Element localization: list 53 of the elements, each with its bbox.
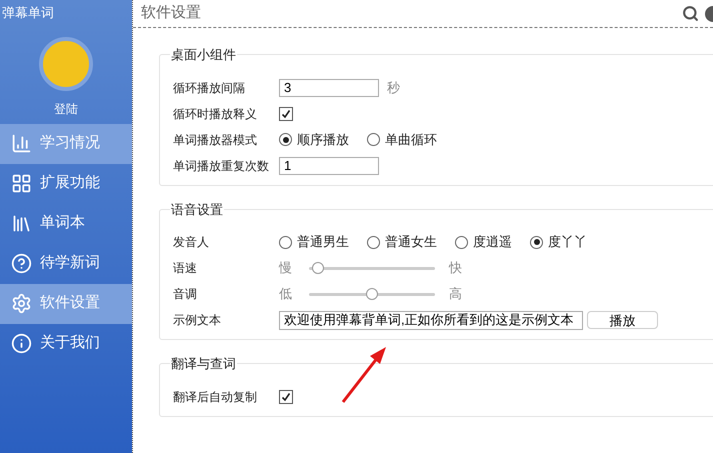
search-icon[interactable] [682, 5, 699, 22]
unit-label: 秒 [387, 78, 400, 97]
nav-item[interactable]: 关于我们 [0, 324, 132, 364]
slider-min-label: 慢 [279, 259, 293, 278]
number-field[interactable]: 3 [279, 78, 379, 96]
app-title: 弹幕单词 [1, 4, 55, 22]
setting-label: 单词播放重复次数 [173, 158, 270, 174]
radio-button[interactable] [279, 133, 292, 146]
nav-item[interactable]: 扩展功能 [0, 164, 132, 204]
info-icon [11, 333, 32, 354]
nav-item[interactable]: 学习情况 [0, 124, 132, 164]
sample-text-field[interactable]: 欢迎使用弹幕背单词,正如你所看到的这是示例文本 [279, 310, 583, 330]
nav-item[interactable]: 待学新词 [0, 244, 132, 284]
play-button[interactable]: 播放 [587, 311, 658, 329]
radio-button[interactable] [455, 236, 468, 248]
help-icon [11, 253, 32, 274]
group-title: 桌面小组件 [170, 46, 237, 64]
radio-label: 单曲循环 [385, 130, 437, 149]
setting-label: 循环播放间隔 [173, 80, 246, 96]
settings-icon [11, 293, 32, 314]
setting-label: 音调 [173, 286, 198, 303]
radio-label: 普通女生 [385, 233, 437, 252]
slider-thumb[interactable] [312, 262, 324, 274]
slider-max-label: 高 [449, 285, 462, 304]
group-title: 语音设置 [170, 200, 224, 218]
radio-button[interactable] [367, 236, 380, 248]
radio-button[interactable] [279, 236, 292, 248]
page-title: 软件设置 [141, 3, 202, 24]
books-icon [11, 213, 32, 234]
nav-item[interactable]: 软件设置 [0, 284, 132, 324]
login-link[interactable]: 登陆 [54, 100, 78, 118]
checkbox[interactable] [279, 390, 293, 404]
radio-label: 度丫丫 [548, 233, 587, 252]
slider-max-label: 快 [449, 259, 462, 278]
number-field[interactable]: 1 [279, 156, 379, 174]
bar-chart-icon [11, 133, 32, 154]
slider-thumb[interactable] [366, 288, 378, 300]
radio-label: 普通男生 [297, 233, 349, 252]
radio-label: 度逍遥 [473, 233, 512, 252]
nav-item[interactable]: 单词本 [0, 204, 132, 244]
setting-label: 翻译后自动复制 [173, 388, 258, 406]
radio-label: 顺序播放 [297, 130, 349, 149]
group-title: 翻译与查词 [170, 355, 237, 373]
radio-button[interactable] [367, 133, 380, 146]
setting-label: 语速 [173, 260, 198, 277]
setting-label: 循环时播放释义 [173, 106, 258, 122]
setting-label: 发音人 [173, 234, 210, 251]
radio-button[interactable] [530, 236, 543, 248]
setting-label: 示例文本 [173, 312, 222, 329]
checkbox[interactable] [279, 106, 293, 120]
setting-label: 单词播放器模式 [173, 132, 258, 148]
grid-icon [11, 173, 32, 194]
slider-min-label: 低 [279, 285, 293, 304]
